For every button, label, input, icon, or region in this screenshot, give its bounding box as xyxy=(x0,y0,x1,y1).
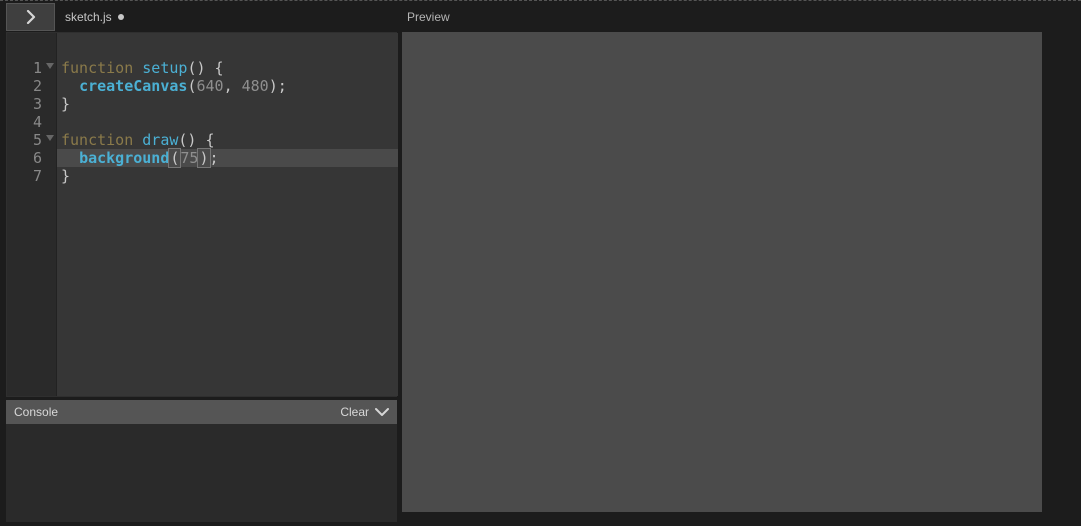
chevron-right-icon xyxy=(26,10,36,24)
editor-tabbar: sketch.js xyxy=(6,3,397,31)
fold-triangle-icon[interactable] xyxy=(46,135,54,141)
function-token: background xyxy=(79,149,169,167)
punct-token: { xyxy=(215,59,224,77)
function-token: createCanvas xyxy=(79,77,187,95)
punct-token: ; xyxy=(210,149,219,167)
line-number: 7 xyxy=(7,167,56,185)
app-root: sketch.js Preview 1234567 function setup… xyxy=(0,0,1081,526)
keyword-token: function xyxy=(61,59,133,77)
punct-token: { xyxy=(206,131,215,149)
punct-token: , xyxy=(224,77,233,95)
number-token: 75 xyxy=(180,149,198,167)
unsaved-dot-icon xyxy=(118,14,124,20)
console-clear-button[interactable]: Clear xyxy=(340,405,389,419)
console-clear-label: Clear xyxy=(340,405,369,419)
function-token: draw xyxy=(142,131,178,149)
punct-token: () xyxy=(187,59,205,77)
file-tab-label: sketch.js xyxy=(65,10,112,24)
code-line[interactable]: function draw() { xyxy=(57,131,398,149)
code-area[interactable]: function setup() { createCanvas(640, 480… xyxy=(57,33,398,396)
console-header: Console Clear xyxy=(6,400,397,424)
punct-token: } xyxy=(61,167,70,185)
function-token: setup xyxy=(142,59,187,77)
line-number: 1 xyxy=(7,59,56,77)
file-tab[interactable]: sketch.js xyxy=(55,3,134,31)
console-output[interactable] xyxy=(6,424,397,522)
console-label: Console xyxy=(14,405,58,419)
fold-triangle-icon[interactable] xyxy=(46,63,54,69)
line-number: 4 xyxy=(7,113,56,131)
line-gutter: 1234567 xyxy=(7,33,57,396)
number-token: 480 xyxy=(242,77,269,95)
code-line[interactable]: function setup() { xyxy=(57,59,398,77)
line-number: 3 xyxy=(7,95,56,113)
line-number: 6 xyxy=(7,149,56,167)
sidebar-toggle-button[interactable] xyxy=(6,3,55,31)
preview-canvas xyxy=(402,32,1042,512)
code-line[interactable]: createCanvas(640, 480); xyxy=(57,77,398,95)
code-line[interactable]: } xyxy=(57,95,398,113)
code-line[interactable]: background(75); xyxy=(57,149,398,167)
punct-token: () xyxy=(178,131,196,149)
punct-token: ); xyxy=(269,77,287,95)
punct-token: } xyxy=(61,95,70,113)
preview-label: Preview xyxy=(407,10,450,24)
preview-header: Preview xyxy=(405,3,1075,31)
line-number: 2 xyxy=(7,77,56,95)
code-line[interactable]: } xyxy=(57,167,398,185)
code-line[interactable] xyxy=(57,113,398,131)
code-editor[interactable]: 1234567 function setup() { createCanvas(… xyxy=(6,32,397,397)
keyword-token: function xyxy=(61,131,133,149)
number-token: 640 xyxy=(196,77,223,95)
chevron-down-icon xyxy=(375,407,389,417)
line-number: 5 xyxy=(7,131,56,149)
